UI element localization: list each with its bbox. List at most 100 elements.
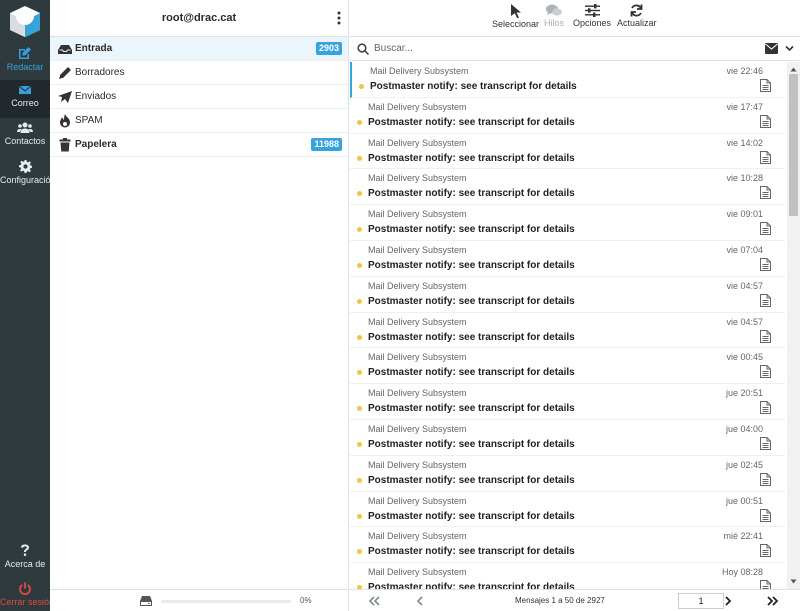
message-subject: Postmaster notify: see transcript for de…: [368, 259, 575, 271]
unread-dot-icon[interactable]: [357, 119, 362, 125]
next-page-icon[interactable]: [722, 596, 734, 606]
gear-icon: [18, 160, 32, 173]
message-list: Mail Delivery Subsystem vie 22:46 Postmast…: [350, 62, 785, 589]
document-icon: [760, 436, 771, 450]
document-icon: [760, 329, 771, 343]
message-date: jue 04:00: [725, 423, 763, 434]
document-icon: [760, 472, 771, 486]
message-row[interactable]: Mail Delivery Subsystem jue 02:45 Postmast…: [350, 456, 785, 492]
chevron-down-icon[interactable]: [785, 44, 794, 53]
message-row[interactable]: Mail Delivery Subsystem Hoy 08:28 Postmast…: [350, 563, 785, 589]
message-row[interactable]: Mail Delivery Subsystem vie 00:45 Postmast…: [350, 348, 785, 385]
message-row[interactable]: Mail Delivery Subsystem vie 17:47 Postmast…: [350, 98, 785, 134]
first-page-icon[interactable]: [368, 596, 380, 606]
compose-icon: [19, 47, 31, 59]
message-subject: Postmaster notify: see transcript for de…: [368, 582, 575, 589]
message-row[interactable]: Mail Delivery Subsystem mié 22:41 Postmast…: [350, 527, 785, 564]
folder-trash[interactable]: Papelera 11988: [50, 133, 348, 157]
message-row[interactable]: Mail Delivery Subsystem vie 04:57 Postmast…: [350, 313, 785, 349]
compose-button[interactable]: Redactar: [0, 42, 50, 80]
about-button[interactable]: Acerca de: [0, 540, 50, 578]
unread-dot-icon[interactable]: [357, 370, 362, 376]
unread-dot-icon[interactable]: [357, 262, 362, 268]
unread-dot-icon[interactable]: [357, 477, 362, 483]
message-sender: Mail Delivery Subsystem: [368, 459, 467, 470]
message-subject: Postmaster notify: see transcript for de…: [368, 546, 575, 558]
unread-dot-icon[interactable]: [357, 441, 362, 447]
unread-count-badge: 11988: [311, 138, 342, 151]
message-row[interactable]: Mail Delivery Subsystem jue 20:51 Postmast…: [350, 384, 785, 420]
folder-panel-header: root@drac.cat: [50, 0, 348, 37]
scrollbar-thumb[interactable]: [789, 74, 798, 216]
inbox-icon: [58, 44, 72, 54]
account-name: root@drac.cat: [161, 12, 237, 24]
message-sender: Mail Delivery Subsystem: [368, 316, 467, 327]
users-icon: [17, 122, 33, 133]
message-date: vie 22:46: [726, 66, 763, 76]
unread-dot-icon[interactable]: [357, 191, 362, 197]
document-icon: [760, 257, 771, 271]
message-sender: Mail Delivery Subsystem: [368, 495, 467, 506]
scroll-down-arrow-icon[interactable]: [790, 578, 797, 585]
unread-dot-icon[interactable]: [357, 298, 362, 304]
settings-button[interactable]: Configuración: [0, 156, 50, 194]
envelope-filter-icon[interactable]: [765, 43, 778, 54]
folder-inbox[interactable]: Entrada 2903: [50, 37, 348, 61]
message-row[interactable]: Mail Delivery Subsystem jue 04:00 Postmast…: [350, 420, 785, 456]
unread-dot-icon[interactable]: [357, 549, 362, 555]
scroll-up-arrow-icon[interactable]: [790, 66, 797, 73]
mail-button[interactable]: Correo: [0, 80, 50, 118]
message-subject: Postmaster notify: see transcript for de…: [368, 295, 575, 307]
message-subject: Postmaster notify: see transcript for de…: [368, 438, 575, 450]
folder-panel: root@drac.cat Entrada 2903 Borradores En…: [50, 0, 349, 611]
refresh-icon: [630, 4, 643, 17]
previous-page-icon[interactable]: [414, 596, 426, 606]
unread-dot-icon[interactable]: [357, 227, 362, 233]
question-icon: [21, 544, 29, 556]
message-sender: Mail Delivery Subsystem: [368, 209, 467, 220]
message-subject: Postmaster notify: see transcript for de…: [368, 367, 575, 379]
message-row[interactable]: Mail Delivery Subsystem vie 10:28 Postmast…: [350, 169, 785, 206]
folder-sent[interactable]: Enviados: [50, 85, 348, 109]
refresh-button[interactable]: Actualizar: [617, 4, 657, 28]
message-row[interactable]: Mail Delivery Subsystem vie 04:57 Postmast…: [350, 277, 785, 313]
last-page-icon[interactable]: [767, 596, 779, 606]
document-icon: [760, 508, 771, 522]
message-row[interactable]: Mail Delivery Subsystem jue 00:51 Postmast…: [350, 492, 785, 528]
threads-button[interactable]: Hilos: [544, 4, 564, 28]
page-number-input[interactable]: [678, 593, 724, 609]
hard-drive-icon: [140, 596, 152, 606]
app-rail: Redactar Correo Contactos Configuración …: [0, 0, 50, 611]
unread-dot-icon[interactable]: [357, 406, 362, 412]
folder-drafts[interactable]: Borradores: [50, 61, 348, 85]
message-subject: Postmaster notify: see transcript for de…: [368, 224, 575, 236]
kebab-menu-icon[interactable]: [336, 11, 342, 25]
logout-button[interactable]: Cerrar sesión: [0, 578, 50, 611]
message-row[interactable]: Mail Delivery Subsystem vie 09:01 Postmast…: [350, 205, 785, 241]
document-icon: [760, 222, 771, 236]
pagination-bar: Mensajes 1 a 50 de 2927: [350, 589, 800, 611]
contacts-button[interactable]: Contactos: [0, 118, 50, 156]
search-icon: [357, 43, 369, 55]
message-sender: Mail Delivery Subsystem: [368, 352, 467, 363]
message-row[interactable]: Mail Delivery Subsystem vie 22:46 Postmast…: [350, 62, 785, 98]
message-row[interactable]: Mail Delivery Subsystem vie 07:04 Postmast…: [350, 241, 785, 277]
message-subject: Postmaster notify: see transcript for de…: [368, 331, 575, 343]
folder-spam[interactable]: SPAM: [50, 109, 348, 133]
unread-dot-icon[interactable]: [357, 155, 362, 161]
document-icon: [760, 401, 771, 415]
list-toolbar: Seleccionar Hilos Opciones Actualizar: [350, 0, 800, 37]
message-row[interactable]: Mail Delivery Subsystem vie 14:02 Postmast…: [350, 134, 785, 170]
unread-dot-icon[interactable]: [357, 513, 362, 519]
document-icon: [760, 114, 771, 128]
select-button[interactable]: Seleccionar: [492, 4, 539, 29]
options-button[interactable]: Opciones: [573, 4, 611, 28]
unread-dot-icon[interactable]: [359, 84, 364, 89]
unread-dot-icon[interactable]: [357, 334, 362, 340]
message-sender: Mail Delivery Subsystem: [370, 66, 469, 76]
message-date: vie 09:01: [726, 209, 763, 220]
chat-bubbles-icon: [546, 4, 562, 16]
search-input[interactable]: [374, 40, 744, 57]
scrollbar[interactable]: [787, 62, 800, 589]
message-sender: Mail Delivery Subsystem: [368, 280, 467, 291]
